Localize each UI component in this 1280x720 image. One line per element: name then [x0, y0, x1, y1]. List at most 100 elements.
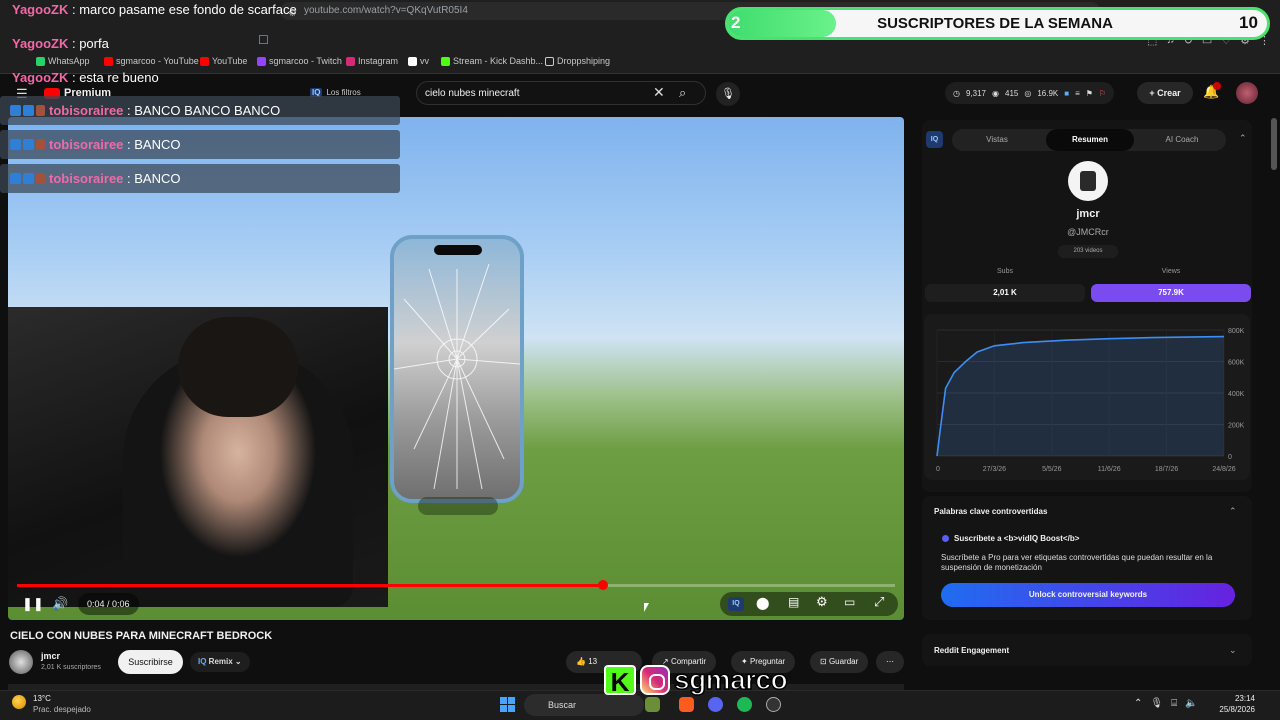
bookmark-youtube-channel[interactable]: sgmarcoo - YouTube — [104, 56, 199, 66]
create-button[interactable]: + Crear — [1137, 82, 1193, 104]
autoplay-toggle-icon[interactable]: ⬤ — [756, 596, 769, 610]
search-box[interactable]: cielo nubes minecraft ✕ ⌕ — [416, 81, 706, 105]
subtitles-icon[interactable]: ▤ — [788, 595, 799, 609]
weather-sun-icon[interactable] — [12, 695, 26, 709]
reddit-chevron-icon[interactable]: ⌄ — [1229, 645, 1237, 656]
views-value: 757.9K — [1091, 284, 1251, 302]
user-avatar[interactable] — [1236, 82, 1258, 104]
more-options-icon[interactable]: ⋯ — [876, 651, 904, 673]
microphone-icon[interactable]: 🎙 — [716, 82, 740, 106]
bookmark-vv[interactable]: vv — [408, 56, 429, 66]
remix-button[interactable]: IQ Remix ⌄ — [190, 652, 250, 672]
chat-user: tobisorairee — [49, 103, 124, 118]
speaker-icon[interactable]: 🔈 — [1185, 698, 1197, 709]
progress-played — [17, 584, 603, 587]
search-input[interactable]: cielo nubes minecraft — [425, 88, 520, 99]
bookmark-star-icon[interactable]: ☐ — [258, 33, 269, 47]
player-controls-right: IQ ⬤ ▤ ⚙ ▭ ⤢ — [720, 592, 898, 616]
chart-y-tick: 800K — [1228, 328, 1245, 335]
list-icon[interactable]: ≡ — [1075, 89, 1080, 98]
kick-logo-icon: K — [604, 665, 636, 697]
subscribe-button[interactable]: Suscribirse — [118, 650, 183, 674]
streamer-head — [178, 317, 298, 417]
phone-shadow — [418, 497, 498, 515]
kick-icon — [441, 56, 450, 66]
bookmark-twitch[interactable]: sgmarcoo - Twitch — [257, 56, 342, 66]
folder-icon — [545, 56, 554, 66]
chat-text: BANCO — [134, 171, 181, 186]
minecraft-icon[interactable] — [645, 697, 660, 712]
channel-subscribers: 2,01 K suscriptores — [41, 664, 101, 671]
weather-temperature[interactable]: 13°C — [33, 694, 51, 703]
settings-gear-icon[interactable]: ⚙ — [816, 594, 828, 610]
clock-time[interactable]: 23:14 — [1225, 694, 1255, 703]
create-label: Crear — [1157, 88, 1181, 98]
clear-search-icon[interactable]: ✕ — [653, 84, 665, 101]
chevron-up-icon[interactable]: ⌃ — [1134, 698, 1142, 709]
pause-icon[interactable]: ❚❚ — [22, 596, 44, 612]
spotify-icon[interactable] — [737, 697, 752, 712]
tab-ai-coach[interactable]: AI Coach — [1138, 129, 1226, 151]
vidiq-icon[interactable]: IQ — [926, 131, 943, 148]
tab-resumen[interactable]: Resumen — [1046, 129, 1134, 151]
weather-description[interactable]: Prac. despejado — [33, 705, 91, 714]
discord-icon[interactable] — [708, 697, 723, 712]
channel-avatar[interactable] — [9, 650, 33, 674]
bookmark-youtube[interactable]: YouTube — [200, 56, 247, 66]
windows-start-icon[interactable] — [500, 697, 515, 712]
views-chart: 800K 600K 400K 200K 0 0 27/3/26 5/5/26 11/6/26 18… — [924, 314, 1250, 480]
bookmark-instagram[interactable]: Instagram — [346, 56, 398, 66]
theater-mode-icon[interactable]: ▭ — [844, 595, 855, 609]
mouse-cursor — [644, 603, 649, 612]
chart-y-tick: 200K — [1228, 423, 1245, 430]
alert-icon[interactable]: ⚐ — [1099, 89, 1106, 98]
bookmark-folder-dropshipping[interactable]: Droppshiping — [545, 56, 610, 66]
volume-icon[interactable]: 🔊 — [52, 596, 68, 612]
sub-goal-target: 10 — [1239, 13, 1258, 32]
time-display: 0:04 / 0:06 — [78, 593, 139, 615]
channel-name[interactable]: jmcr — [41, 651, 60, 661]
stat-watching: 415 — [1005, 88, 1019, 98]
page-scrollbar[interactable] — [1271, 118, 1277, 170]
unlock-keywords-button[interactable]: Unlock controversial keywords — [941, 583, 1235, 607]
keywords-subtitle: Suscríbete a <b>vidIQ Boost</b> — [954, 534, 1080, 543]
obs-icon[interactable] — [766, 697, 781, 712]
tag-icon[interactable]: ⚑ — [1086, 89, 1093, 98]
views-icon: ◷ — [953, 88, 960, 98]
progress-scrubber[interactable] — [597, 580, 608, 590]
collapse-chevron-icon[interactable]: ⌃ — [1239, 133, 1247, 144]
chat-text: BANCO BANCO BANCO — [134, 103, 281, 118]
screen: ☐ ⚙ youtube.com/watch?v=QKqVutR05I4 ⬚ ♫ … — [0, 0, 1280, 720]
keywords-chevron-icon[interactable]: ⌃ — [1229, 506, 1237, 517]
sub-goal-fill — [728, 10, 836, 37]
chat-message: YagooZK : marco pasame ese fondo de scar… — [12, 2, 297, 17]
cracked-phone-image — [390, 235, 524, 503]
search-icon[interactable]: ⌕ — [679, 85, 686, 101]
notification-badge — [1213, 82, 1221, 90]
clock-date[interactable]: 25/8/2026 — [1212, 705, 1255, 714]
vidiq-icon[interactable]: IQ — [728, 597, 744, 611]
bookmark-whatsapp[interactable]: WhatsApp — [36, 56, 90, 66]
whatsapp-icon — [36, 56, 45, 66]
vidiq-icon[interactable]: ■ — [1064, 89, 1069, 98]
chat-user: YagooZK — [12, 36, 69, 51]
save-button[interactable]: ⊡ Guardar — [810, 651, 869, 673]
youtube-icon — [200, 56, 209, 66]
chart-x-tick: 27/3/26 — [983, 466, 1006, 473]
chat-message: tobisorairee : BANCO BANCO BANCO — [10, 103, 280, 118]
brave-icon[interactable] — [679, 697, 694, 712]
chart-x-tick: 11/6/26 — [1098, 466, 1121, 473]
chat-user: YagooZK — [12, 70, 69, 85]
boost-icon — [942, 535, 949, 542]
chart-x-tick: 18/7/26 — [1155, 466, 1178, 473]
network-icon[interactable]: ⌸ — [1171, 698, 1177, 709]
microphone-icon[interactable]: 🎙 — [1150, 698, 1163, 709]
chat-user: YagooZK — [12, 2, 69, 17]
fullscreen-icon[interactable]: ⤢ — [874, 594, 884, 610]
chart-x-tick: 5/5/26 — [1042, 466, 1062, 473]
tab-vistas[interactable]: Vistas — [952, 129, 1042, 151]
chart-x-tick: 24/8/26 — [1212, 466, 1235, 473]
bookmark-kick[interactable]: Stream - Kick Dashb... — [441, 56, 543, 66]
panel-channel-avatar — [1068, 161, 1108, 201]
people-icon: ◎ — [1024, 88, 1032, 98]
